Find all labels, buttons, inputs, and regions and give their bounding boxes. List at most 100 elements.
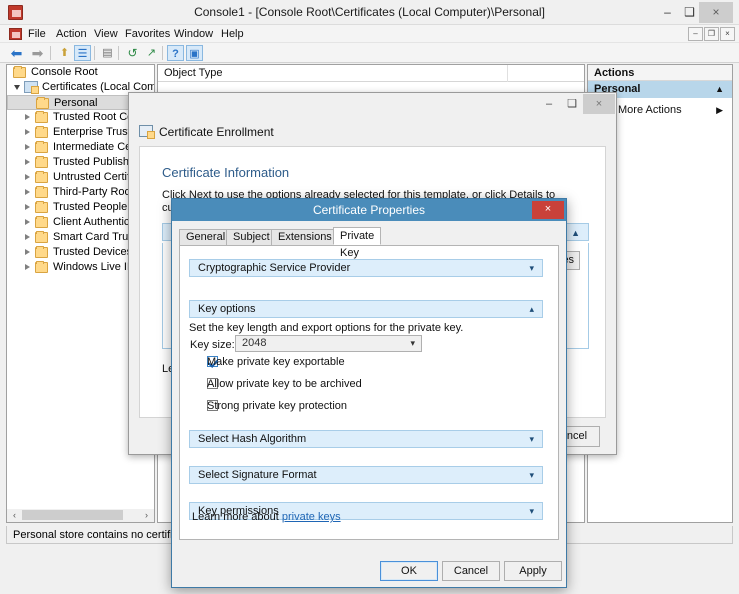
action-more-actions-label: More Actions: [618, 104, 682, 116]
column-object-type[interactable]: Object Type: [158, 65, 508, 82]
certificate-store-icon: [24, 81, 39, 94]
private-key-tab-page: Cryptographic Service Provider ▾ Key opt…: [179, 245, 559, 540]
menu-window[interactable]: Window: [170, 27, 217, 42]
list-column-header: Object Type: [158, 65, 584, 82]
key-size-label: Key size:: [190, 339, 235, 351]
signature-format-section-bar[interactable]: Select Signature Format ▾: [189, 466, 543, 484]
menu-view[interactable]: View: [90, 27, 122, 42]
key-options-section-bar[interactable]: Key options ▴: [189, 300, 543, 318]
mdi-restore-icon[interactable]: ❐: [704, 27, 719, 41]
checkbox-label: Strong private key protection: [207, 400, 348, 412]
key-options-description: Set the key length and export options fo…: [189, 322, 464, 334]
chevron-right-icon: ▶: [716, 105, 723, 115]
mdi-close-icon[interactable]: ×: [720, 27, 735, 41]
expand-triangle-icon[interactable]: [25, 144, 30, 150]
ok-button[interactable]: OK: [380, 561, 438, 581]
chevron-up-icon: ▲: [571, 228, 580, 238]
menu-bar: File Action View Favorites Window Help –…: [0, 25, 739, 43]
properties-icon[interactable]: ▤: [99, 45, 116, 61]
tab-general[interactable]: General: [179, 229, 233, 245]
expand-triangle-icon[interactable]: [25, 159, 30, 165]
menu-action[interactable]: Action: [52, 27, 91, 42]
expand-triangle-icon[interactable]: [25, 264, 30, 270]
expand-triangle-icon[interactable]: [25, 249, 30, 255]
key-options-section-label: Key options: [198, 303, 256, 315]
tab-extensions[interactable]: Extensions: [271, 229, 339, 245]
folder-icon: [35, 156, 48, 168]
menu-favorites[interactable]: Favorites: [121, 27, 174, 42]
expand-triangle-icon[interactable]: [25, 129, 30, 135]
folder-icon: [36, 97, 49, 109]
folder-icon: [35, 201, 48, 213]
learn-more-row: Learn more about private keys: [192, 511, 341, 523]
expand-triangle-icon[interactable]: [25, 219, 30, 225]
expand-triangle-icon[interactable]: [25, 234, 30, 240]
apply-button[interactable]: Apply: [504, 561, 562, 581]
back-icon[interactable]: ⬅: [8, 45, 25, 61]
scrollbar-thumb[interactable]: [22, 510, 123, 520]
enrollment-close-icon[interactable]: ×: [583, 94, 615, 114]
csp-section-bar[interactable]: Cryptographic Service Provider ▾: [189, 259, 543, 277]
mdi-minimize-icon[interactable]: –: [688, 27, 703, 41]
expand-triangle-icon[interactable]: [25, 204, 30, 210]
expand-triangle-icon[interactable]: [25, 114, 30, 120]
checkbox-label: Make private key exportable: [207, 356, 345, 368]
checkbox-label: Allow private key to be archived: [207, 378, 362, 390]
properties-footer: OK Cancel Apply: [172, 557, 566, 587]
chevron-down-icon: ▾: [529, 470, 534, 480]
cancel-button[interactable]: Cancel: [442, 561, 500, 581]
enrollment-titlebar: – ❑ ×: [129, 93, 616, 115]
close-icon[interactable]: ×: [699, 2, 733, 23]
signature-format-label: Select Signature Format: [198, 469, 317, 481]
folder-icon: [35, 126, 48, 138]
close-icon[interactable]: ×: [532, 201, 564, 219]
key-size-dropdown[interactable]: 2048 ▾: [235, 335, 422, 352]
properties-titlebar: Certificate Properties ×: [172, 199, 566, 221]
folder-icon: [35, 111, 48, 123]
enrollment-maximize-icon[interactable]: ❑: [558, 94, 586, 114]
tab-subject[interactable]: Subject: [226, 229, 277, 245]
hash-algorithm-section-bar[interactable]: Select Hash Algorithm ▾: [189, 430, 543, 448]
forward-icon[interactable]: ➡: [29, 45, 46, 61]
private-keys-link[interactable]: private keys: [282, 511, 341, 523]
menu-file[interactable]: File: [24, 27, 50, 42]
scroll-left-icon[interactable]: ‹: [8, 509, 21, 521]
menu-help[interactable]: Help: [217, 27, 248, 42]
mdi-window-buttons: – ❐ ×: [688, 27, 735, 41]
window-title: Console1 - [Console Root\Certificates (L…: [194, 5, 545, 19]
expand-triangle-icon[interactable]: [25, 189, 30, 195]
folder-icon: [35, 216, 48, 228]
certificate-enrollment-icon: [139, 125, 155, 139]
folder-icon: [35, 171, 48, 183]
chevron-down-icon: ▾: [529, 506, 534, 516]
properties-content: General Subject Extensions Private Key C…: [179, 227, 559, 557]
hash-algorithm-label: Select Hash Algorithm: [198, 433, 307, 445]
refresh-icon[interactable]: ↺: [124, 45, 141, 61]
folder-icon: [35, 141, 48, 153]
tree-item-label: Trusted Devices: [53, 246, 133, 258]
folder-icon: [13, 66, 26, 78]
export-list-icon[interactable]: ↗: [143, 45, 160, 61]
tree-item[interactable]: Console Root: [7, 65, 154, 80]
key-size-value: 2048: [242, 337, 267, 349]
new-window-icon[interactable]: ▣: [186, 45, 203, 61]
learn-more-prefix: Learn more about: [192, 511, 282, 523]
tab-private-key[interactable]: Private Key: [333, 227, 382, 259]
expand-triangle-icon[interactable]: [25, 174, 30, 180]
column-blank[interactable]: [508, 65, 584, 82]
tree-item-label: Console Root: [31, 66, 98, 78]
collapse-triangle-icon[interactable]: [14, 85, 20, 90]
actions-header: Actions: [588, 65, 732, 81]
console-menu-icon[interactable]: [9, 28, 22, 40]
enrollment-heading: Certificate Information: [162, 165, 290, 180]
folder-icon: [35, 231, 48, 243]
certificate-properties-dialog: Certificate Properties × General Subject…: [171, 198, 567, 588]
csp-section-label: Cryptographic Service Provider: [198, 262, 351, 274]
up-one-level-icon[interactable]: ⬆: [56, 45, 73, 61]
folder-icon: [35, 261, 48, 273]
help-icon[interactable]: ?: [167, 45, 184, 61]
tree-item-label: Trusted People: [53, 201, 128, 213]
show-hide-console-tree-icon[interactable]: ☰: [74, 45, 91, 61]
scroll-right-icon[interactable]: ›: [140, 509, 153, 521]
tree-horizontal-scrollbar[interactable]: ‹ ›: [6, 509, 155, 523]
